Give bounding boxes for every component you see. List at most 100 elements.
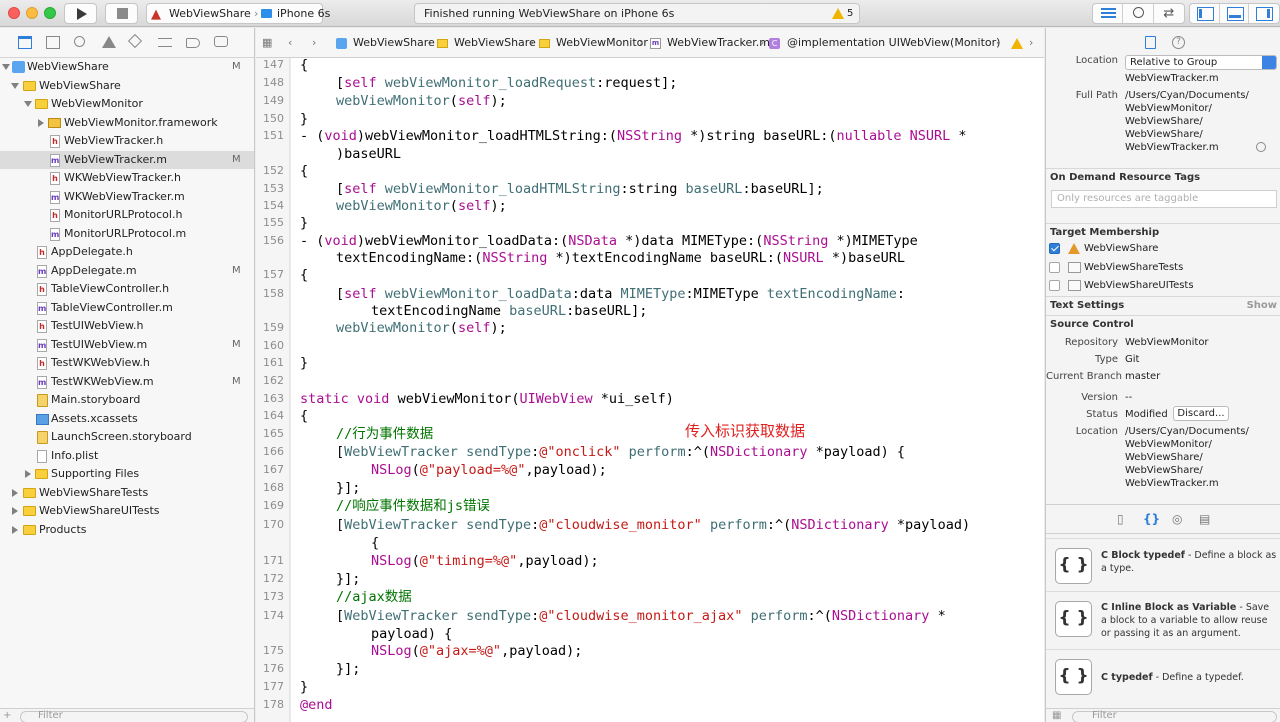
tree-item[interactable]: h TableViewController.h bbox=[0, 280, 254, 299]
file-inspector-icon[interactable] bbox=[1145, 36, 1156, 49]
warning-icon[interactable] bbox=[832, 8, 844, 19]
tree-item[interactable]: Info.plist bbox=[0, 447, 254, 466]
text-settings-header[interactable]: Text Settings Show bbox=[1046, 296, 1280, 314]
location-dropdown[interactable]: Relative to Group bbox=[1125, 55, 1277, 70]
jumpbar-segment[interactable]: WebViewMonitor bbox=[556, 28, 648, 58]
code-line: - (void)webViewMonitor_loadData:(NSData … bbox=[300, 233, 918, 249]
minimize-window-button[interactable] bbox=[26, 7, 38, 19]
navigator-toggle-icon[interactable] bbox=[1190, 4, 1220, 23]
related-items-icon[interactable]: ▦ bbox=[262, 28, 272, 58]
scheme-selector[interactable]: ▲ WebViewShare › iPhone 6s bbox=[146, 3, 330, 24]
tree-item-selected[interactable]: m WebViewTracker.m M bbox=[0, 150, 254, 169]
line-number: 171 bbox=[263, 554, 284, 567]
tree-item[interactable]: WebViewMonitor bbox=[0, 95, 254, 114]
tree-item[interactable]: h TestWKWebView.h bbox=[0, 354, 254, 373]
object-library-icon[interactable]: ◎ bbox=[1172, 513, 1182, 526]
tree-item[interactable]: m MonitorURLProtocol.m bbox=[0, 225, 254, 244]
show-toggle[interactable]: Show bbox=[1247, 297, 1277, 315]
media-library-icon[interactable]: ▤ bbox=[1199, 513, 1210, 526]
zoom-window-button[interactable] bbox=[44, 7, 56, 19]
symbol-navigator-icon[interactable] bbox=[46, 36, 60, 49]
tree-item[interactable]: h MonitorURLProtocol.h bbox=[0, 206, 254, 225]
folder-icon bbox=[23, 506, 36, 516]
tree-item[interactable]: Assets.xcassets bbox=[0, 410, 254, 429]
jumpbar-segment[interactable]: WebViewTracker.m bbox=[667, 28, 770, 58]
tree-item[interactable]: Products bbox=[0, 521, 254, 540]
snippet-item[interactable]: { } C Inline Block as Variable - Save a … bbox=[1046, 591, 1280, 643]
code-line: } bbox=[300, 215, 309, 231]
quick-help-icon[interactable]: ? bbox=[1172, 36, 1185, 49]
next-issue-button[interactable]: › bbox=[1029, 28, 1033, 58]
grid-view-icon[interactable]: ▦ bbox=[1052, 709, 1061, 722]
project-navigator-icon[interactable] bbox=[18, 36, 32, 49]
standard-editor-icon[interactable] bbox=[1093, 4, 1124, 23]
disclosure-icon[interactable] bbox=[11, 82, 19, 89]
tree-item[interactable]: h AppDelegate.h bbox=[0, 243, 254, 262]
tree-item[interactable]: Supporting Files bbox=[0, 465, 254, 484]
target-checkbox[interactable] bbox=[1049, 262, 1060, 273]
tree-item[interactable]: Main.storyboard bbox=[0, 391, 254, 410]
tree-item[interactable]: m WKWebViewTracker.m bbox=[0, 188, 254, 207]
warning-icon[interactable] bbox=[1011, 38, 1023, 49]
objc-file-icon: m bbox=[50, 227, 60, 241]
disclosure-icon[interactable] bbox=[25, 470, 31, 478]
tree-item[interactable]: h WebViewTracker.h bbox=[0, 132, 254, 151]
stop-button[interactable] bbox=[105, 3, 138, 24]
path-line: WebViewShare/ bbox=[1125, 452, 1203, 463]
target-checkbox[interactable] bbox=[1049, 243, 1060, 254]
previous-issue-button[interactable]: ‹ bbox=[996, 28, 1000, 58]
editor-mode-control: ⇄ bbox=[1092, 3, 1185, 24]
disclosure-icon[interactable] bbox=[24, 101, 32, 107]
line-number: 168 bbox=[263, 481, 284, 494]
report-navigator-icon[interactable] bbox=[214, 36, 228, 47]
resource-tags-input[interactable]: Only resources are taggable bbox=[1051, 190, 1277, 208]
back-button[interactable]: ‹ bbox=[288, 28, 292, 58]
tree-item[interactable]: WebViewShareTests bbox=[0, 484, 254, 503]
tree-item[interactable]: LaunchScreen.storyboard bbox=[0, 428, 254, 447]
disclosure-icon[interactable] bbox=[2, 64, 10, 70]
run-button[interactable] bbox=[64, 3, 97, 24]
tree-item[interactable]: m TestUIWebView.m M bbox=[0, 336, 254, 355]
tree-item[interactable]: m TableViewController.m bbox=[0, 299, 254, 318]
version-editor-icon[interactable]: ⇄ bbox=[1154, 4, 1184, 23]
jumpbar-segment[interactable]: WebViewShare bbox=[353, 28, 435, 58]
debug-area-toggle-icon[interactable] bbox=[1220, 4, 1250, 23]
snippet-item[interactable]: { } C Block typedef - Define a block as … bbox=[1046, 538, 1280, 590]
breakpoint-navigator-icon[interactable] bbox=[186, 38, 200, 48]
jumpbar-segment[interactable]: WebViewShare bbox=[454, 28, 536, 58]
line-number: 178 bbox=[263, 698, 284, 711]
tree-item[interactable]: m TestWKWebView.m M bbox=[0, 373, 254, 392]
tree-item-label: WebViewShareTests bbox=[39, 485, 149, 499]
tree-item[interactable]: WebViewShare bbox=[0, 77, 254, 96]
reveal-in-finder-icon[interactable] bbox=[1256, 142, 1266, 152]
jumpbar-segment[interactable]: @implementation UIWebView(Monitor) bbox=[787, 28, 1000, 58]
tree-item[interactable]: WebViewShareUITests bbox=[0, 502, 254, 521]
debug-navigator-icon[interactable] bbox=[158, 38, 172, 47]
add-file-icon[interactable]: + bbox=[3, 709, 11, 722]
tree-item[interactable]: WebViewShare M bbox=[0, 58, 254, 77]
file-template-icon[interactable]: ▯ bbox=[1117, 513, 1124, 526]
disclosure-icon[interactable] bbox=[12, 525, 18, 534]
disclosure-icon[interactable] bbox=[12, 507, 18, 515]
assistant-editor-icon[interactable] bbox=[1123, 4, 1154, 23]
tree-item-label: MonitorURLProtocol.h bbox=[64, 208, 183, 221]
tree-item[interactable]: h WKWebViewTracker.h bbox=[0, 169, 254, 188]
test-navigator-icon[interactable] bbox=[127, 33, 143, 49]
tree-item[interactable]: m AppDelegate.m M bbox=[0, 262, 254, 281]
discard-button[interactable]: Discard... bbox=[1173, 406, 1229, 421]
close-window-button[interactable] bbox=[8, 7, 20, 19]
disclosure-icon[interactable] bbox=[38, 118, 44, 127]
find-navigator-icon[interactable] bbox=[74, 36, 85, 47]
forward-button[interactable]: › bbox=[312, 28, 316, 58]
warning-count[interactable]: 5 bbox=[847, 4, 853, 23]
tree-item[interactable]: WebViewMonitor.framework bbox=[0, 114, 254, 133]
disclosure-icon[interactable] bbox=[12, 488, 18, 497]
utilities-toggle-icon[interactable] bbox=[1249, 4, 1279, 23]
code-line: [WebViewTracker sendType:@"cloudwise_mon… bbox=[336, 517, 971, 533]
tree-item[interactable]: h TestUIWebView.h bbox=[0, 317, 254, 336]
target-checkbox[interactable] bbox=[1049, 280, 1060, 291]
xcode-window: ▲ WebViewShare › iPhone 6s Finished runn… bbox=[0, 0, 1280, 722]
issue-navigator-icon[interactable] bbox=[102, 36, 116, 48]
code-snippet-icon[interactable]: {} bbox=[1143, 513, 1160, 526]
snippet-item[interactable]: { } C typedef - Define a typedef. bbox=[1046, 649, 1280, 701]
